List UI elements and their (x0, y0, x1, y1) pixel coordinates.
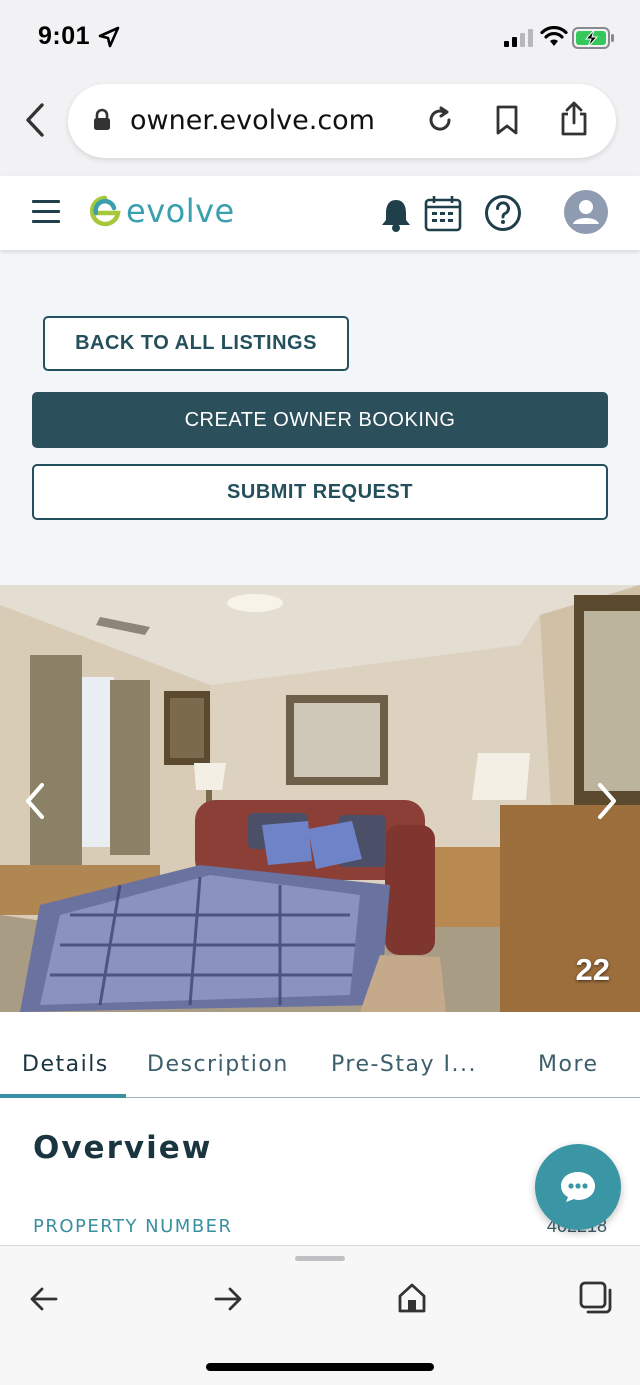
active-tab-indicator (0, 1094, 126, 1098)
submit-request-button[interactable]: SUBMIT REQUEST (32, 464, 608, 520)
logo-text: evolve (126, 192, 235, 230)
listing-photo-gallery[interactable]: 22 (0, 585, 640, 1012)
tab-more[interactable]: More (538, 1052, 599, 1077)
property-number-label: PROPERTY NUMBER (33, 1216, 233, 1237)
evolve-logo-mark-icon (89, 195, 121, 227)
signal-icon (504, 29, 533, 47)
tab-details[interactable]: Details (22, 1052, 109, 1077)
help-icon[interactable] (484, 194, 522, 232)
share-icon[interactable] (558, 100, 590, 138)
browser-address-bar: owner.evolve.com (0, 78, 640, 176)
tab-description[interactable]: Description (147, 1052, 289, 1077)
chevron-right-icon[interactable] (594, 781, 620, 821)
toolbar-grabber[interactable] (295, 1256, 345, 1261)
calendar-icon[interactable] (424, 194, 462, 232)
home-icon[interactable] (396, 1282, 428, 1314)
listing-tabs: Details Description Pre-Stay I... More (0, 1012, 640, 1098)
arrow-back-icon[interactable] (28, 1284, 60, 1314)
chat-button[interactable] (535, 1144, 621, 1230)
bookmark-icon[interactable] (494, 104, 520, 136)
status-bar: 9:01 (0, 0, 640, 78)
tab-pre-stay-info[interactable]: Pre-Stay I... (331, 1052, 477, 1077)
user-avatar-icon[interactable] (564, 190, 608, 234)
overview-heading: Overview (33, 1130, 213, 1166)
photo-count-badge: 22 (575, 952, 610, 987)
tabs-icon[interactable] (578, 1280, 614, 1316)
listing-actions: BACK TO ALL LISTINGS CREATE OWNER BOOKIN… (0, 250, 640, 585)
evolve-logo[interactable]: evolve (88, 192, 235, 230)
url-field[interactable]: owner.evolve.com (68, 84, 616, 158)
status-time: 9:01 (38, 22, 91, 50)
arrow-forward-icon[interactable] (212, 1284, 244, 1314)
battery-charging-icon (572, 27, 614, 49)
back-chevron-icon[interactable] (22, 102, 48, 138)
wifi-icon (540, 26, 568, 46)
browser-bottom-toolbar (0, 1245, 640, 1385)
location-arrow-icon (98, 26, 120, 48)
chevron-left-icon[interactable] (22, 781, 48, 821)
create-owner-booking-button[interactable]: CREATE OWNER BOOKING (32, 392, 608, 448)
chat-bubble-icon (561, 1172, 595, 1202)
url-text: owner.evolve.com (130, 105, 375, 136)
bell-icon[interactable] (378, 196, 414, 234)
reload-icon[interactable] (424, 104, 456, 136)
bedroom-photo (0, 585, 640, 1012)
app-header: evolve (0, 176, 640, 250)
home-indicator (206, 1363, 434, 1371)
back-to-listings-button[interactable]: BACK TO ALL LISTINGS (43, 316, 349, 371)
lock-icon (94, 108, 110, 130)
menu-icon[interactable] (32, 200, 60, 224)
